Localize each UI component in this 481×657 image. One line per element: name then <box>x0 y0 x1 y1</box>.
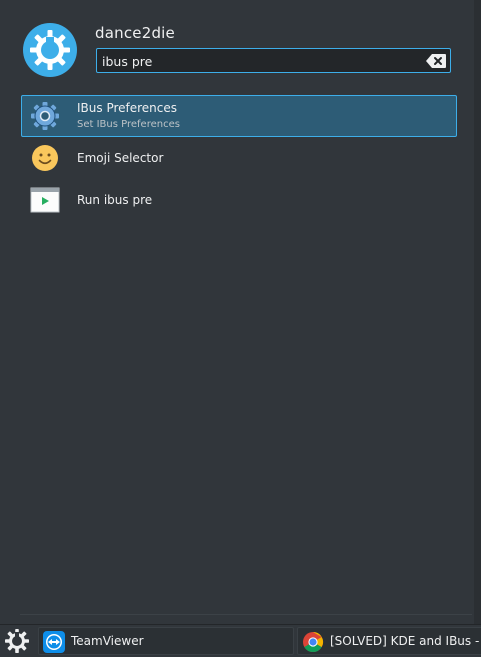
launcher-divider <box>20 614 472 615</box>
result-title: Run ibus pre <box>77 193 153 207</box>
search-input[interactable] <box>102 52 402 70</box>
run-command-icon <box>30 185 60 215</box>
result-title: IBus Preferences <box>77 101 178 115</box>
result-ibus-preferences[interactable]: IBus Preferences Set IBus Preferences <box>21 95 457 137</box>
task-chrome[interactable]: [SOLVED] KDE and IBus - <box>297 627 481 655</box>
task-label: [SOLVED] KDE and IBus - <box>330 634 480 648</box>
result-emoji-selector[interactable]: Emoji Selector <box>21 137 457 179</box>
result-subtitle: Set IBus Preferences <box>77 119 180 130</box>
gear-icon <box>30 101 60 131</box>
kde-logo-icon <box>30 30 70 70</box>
task-teamviewer[interactable]: TeamViewer <box>38 627 294 655</box>
application-launcher-button[interactable] <box>2 627 32 655</box>
taskbar: TeamViewer [SOLVED] KDE and IBus - <box>0 624 481 657</box>
teamviewer-icon <box>43 631 65 653</box>
user-name: dance2die <box>95 24 175 42</box>
clear-search-button[interactable] <box>425 53 447 69</box>
background-window-edge <box>474 0 481 624</box>
search-field[interactable] <box>96 48 451 73</box>
emoji-icon <box>30 143 60 173</box>
result-run-command[interactable]: Run ibus pre <box>21 179 457 221</box>
kde-logo-icon <box>5 629 29 653</box>
desktop: dance2die ibus pre IBus Preferences Set … <box>0 0 481 657</box>
backspace-clear-icon <box>426 54 446 68</box>
application-launcher: dance2die ibus pre IBus Preferences Set … <box>0 0 474 624</box>
user-avatar[interactable] <box>23 23 77 77</box>
result-title: Emoji Selector <box>77 151 164 165</box>
chrome-icon <box>302 631 324 653</box>
search-results-list: IBus Preferences Set IBus Preferences Em… <box>21 95 457 221</box>
task-label: TeamViewer <box>71 634 144 648</box>
